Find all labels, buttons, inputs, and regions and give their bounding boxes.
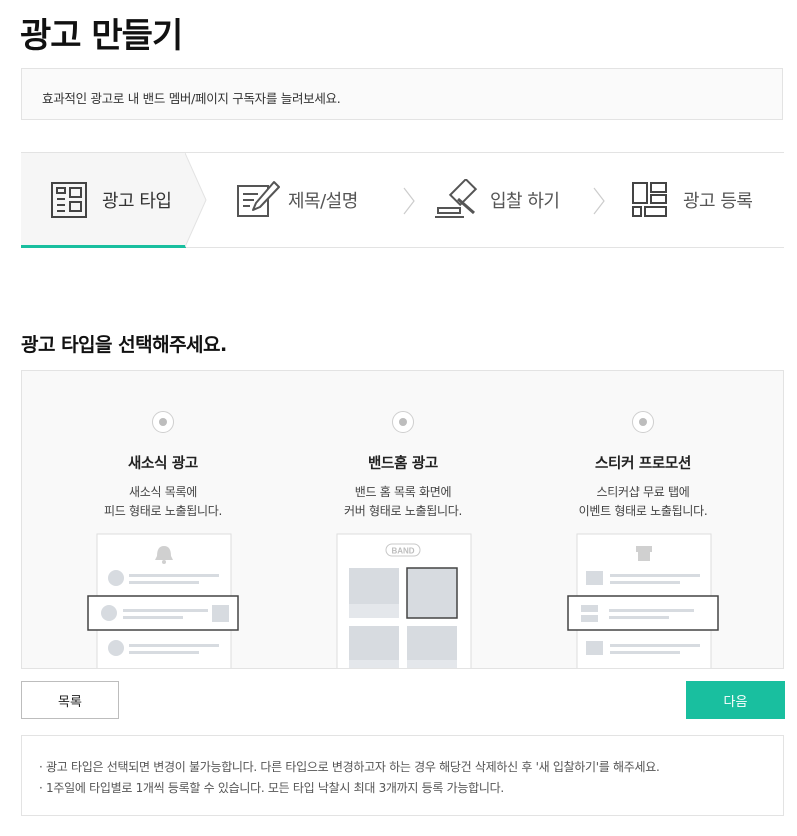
band-badge: BAND xyxy=(391,547,414,556)
step-label: 광고 등록 xyxy=(683,191,753,212)
step-ad-type[interactable]: 광고 타입 xyxy=(21,153,186,248)
description-line: 밴드 홈 목록 화면에 xyxy=(354,485,452,499)
step-label: 입찰 하기 xyxy=(490,191,560,212)
gavel-icon xyxy=(434,177,480,221)
step-bidding[interactable]: 입찰 하기 xyxy=(434,153,560,247)
intro-banner: 효과적인 광고로 내 밴드 멤버/페이지 구독자를 늘려보세요. xyxy=(21,68,783,120)
sticker-promotion-preview xyxy=(567,533,719,668)
active-step-indicator xyxy=(21,245,186,248)
news-feed-preview xyxy=(87,533,239,668)
step-label: 광고 타입 xyxy=(102,191,172,212)
description-line: 새소식 목록에 xyxy=(129,485,197,499)
grid-icon xyxy=(631,181,669,219)
section-title: 광고 타입을 선택해주세요. xyxy=(21,334,227,356)
ad-type-selector: 새소식 광고 새소식 목록에 피드 형태로 노출됩니다. 밴드홈 광고 밴드 홈… xyxy=(21,370,784,669)
description-line: 커버 형태로 노출됩니다. xyxy=(344,504,462,518)
description-line: 피드 형태로 노출됩니다. xyxy=(104,504,222,518)
shop-icon xyxy=(636,546,652,561)
ad-type-description: 스티커샵 무료 탭에 이벤트 형태로 노출됩니다. xyxy=(516,483,770,521)
next-button[interactable]: 다음 xyxy=(686,681,785,719)
ad-type-description: 새소식 목록에 피드 형태로 노출됩니다. xyxy=(36,483,290,521)
notice-box: · 광고 타입은 선택되면 변경이 불가능합니다. 다른 타입으로 변경하고자 … xyxy=(21,735,784,816)
list-button[interactable]: 목록 xyxy=(21,681,119,719)
description-line: 스티커샵 무료 탭에 xyxy=(596,485,690,499)
page-title: 광고 만들기 xyxy=(20,16,183,56)
radio-button[interactable] xyxy=(392,411,414,433)
step-separator xyxy=(185,153,207,248)
edit-icon xyxy=(236,180,280,220)
step-title-description[interactable]: 제목/설명 xyxy=(236,153,358,247)
ad-type-title: 새소식 광고 xyxy=(128,456,198,472)
step-ad-register[interactable]: 광고 등록 xyxy=(631,153,753,247)
layout-icon xyxy=(50,181,88,219)
ad-type-description: 밴드 홈 목록 화면에 커버 형태로 노출됩니다. xyxy=(276,483,530,521)
description-line: 이벤트 형태로 노출됩니다. xyxy=(578,504,708,518)
ad-type-title: 스티커 프로모션 xyxy=(594,456,692,472)
chevron-right-icon xyxy=(403,187,415,215)
notice-item: · 1주일에 타입별로 1개씩 등록할 수 있습니다. 모든 타입 낙찰시 최대… xyxy=(39,781,504,795)
band-home-preview: BAND xyxy=(336,533,472,668)
radio-button[interactable] xyxy=(632,411,654,433)
radio-button[interactable] xyxy=(152,411,174,433)
step-progress: 광고 타입 제목/설명 입찰 하기 광고 등록 xyxy=(21,152,784,248)
step-label: 제목/설명 xyxy=(288,191,358,212)
ad-type-title: 밴드홈 광고 xyxy=(368,456,438,472)
notice-item: · 광고 타입은 선택되면 변경이 불가능합니다. 다른 타입으로 변경하고자 … xyxy=(39,760,660,774)
chevron-right-icon xyxy=(593,187,605,215)
intro-text: 효과적인 광고로 내 밴드 멤버/페이지 구독자를 늘려보세요. xyxy=(42,91,341,106)
